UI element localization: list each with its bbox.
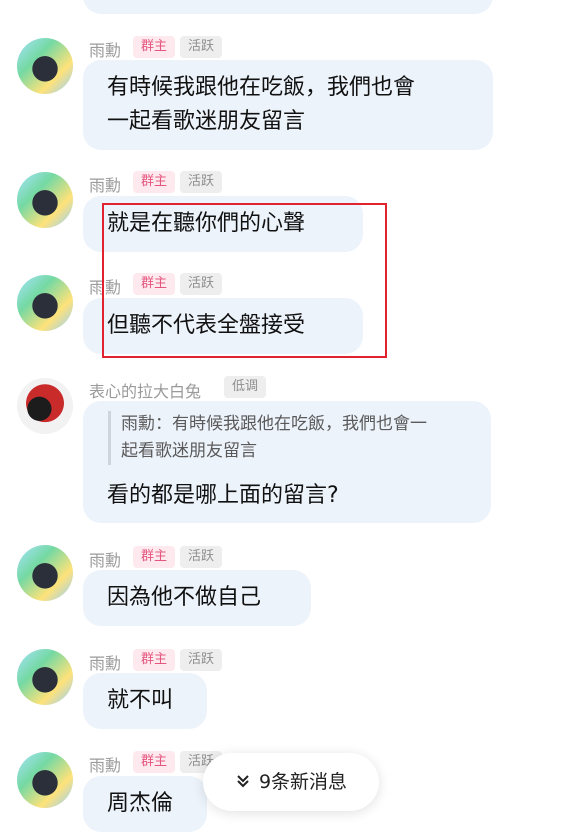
- owner-badge: 群主: [133, 649, 176, 671]
- sender-name: 表心的拉大白兔: [89, 382, 202, 401]
- sender-name: 雨勳: [89, 41, 122, 60]
- sender-name: 雨勳: [89, 551, 122, 570]
- low-profile-badge: 低调: [224, 376, 267, 398]
- active-badge: 活跃: [180, 546, 223, 568]
- message-bubble-partial[interactable]: [83, 0, 493, 14]
- owner-badge: 群主: [133, 751, 176, 773]
- avatar[interactable]: [17, 752, 73, 808]
- message-bubble[interactable]: 就不叫: [83, 673, 207, 729]
- message-text: 周杰倫: [107, 791, 174, 816]
- message-bubble[interactable]: 有時候我跟他在吃飯，我們也會 一起看歌迷朋友留言: [83, 60, 493, 150]
- highlight-box: [102, 203, 387, 358]
- avatar[interactable]: [17, 38, 73, 94]
- sender-name: 雨勳: [89, 176, 122, 195]
- owner-badge: 群主: [133, 36, 176, 58]
- message-text: 因為他不做自己: [107, 585, 262, 610]
- avatar[interactable]: [17, 649, 73, 705]
- message-text: 就不叫: [107, 688, 174, 713]
- owner-badge: 群主: [133, 171, 176, 193]
- new-messages-button[interactable]: 9条新消息: [203, 753, 379, 811]
- active-badge: 活跃: [180, 649, 223, 671]
- active-badge: 活跃: [180, 171, 223, 193]
- double-chevron-down-icon: [235, 754, 251, 812]
- message-bubble[interactable]: 周杰倫: [83, 776, 207, 832]
- active-badge: 活跃: [180, 36, 223, 58]
- sender-name: 雨勳: [89, 756, 122, 775]
- sender-name: 雨勳: [89, 654, 122, 673]
- message-bubble[interactable]: 因為他不做自己: [83, 570, 311, 626]
- avatar[interactable]: [17, 545, 73, 601]
- avatar[interactable]: [17, 378, 73, 434]
- message-text: 看的都是哪上面的留言?: [107, 483, 339, 508]
- quoted-message: 雨勳：有時候我跟他在吃飯，我們也會一 起看歌迷朋友留言: [108, 411, 481, 465]
- avatar[interactable]: [17, 275, 73, 331]
- new-messages-label: 9条新消息: [258, 771, 348, 793]
- message-text-line: 有時候我跟他在吃飯，我們也會: [107, 75, 416, 100]
- message-text-line: 一起看歌迷朋友留言: [107, 109, 306, 134]
- avatar[interactable]: [17, 172, 73, 228]
- quote-text-line: 起看歌迷朋友留言: [121, 441, 257, 461]
- quote-text-line: 雨勳：有時候我跟他在吃飯，我們也會一: [121, 414, 427, 434]
- owner-badge: 群主: [133, 546, 176, 568]
